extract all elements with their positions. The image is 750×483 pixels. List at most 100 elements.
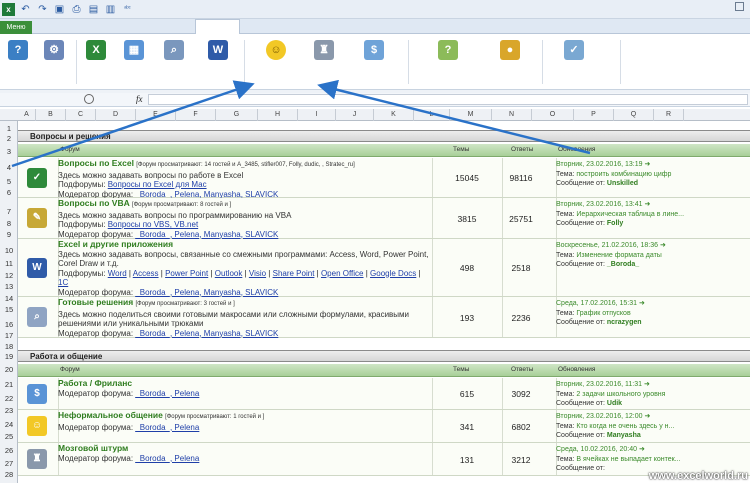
row-header[interactable]: 12 — [0, 271, 18, 280]
subforum-link[interactable]: Google Docs — [370, 269, 416, 278]
help-book-icon[interactable]: ? — [8, 40, 28, 60]
subforum-link[interactable]: 1C — [58, 278, 68, 287]
moderator-links[interactable]: _Boroda_, Pelena — [135, 389, 199, 398]
format-icon[interactable]: ▥ — [104, 3, 117, 16]
column-header[interactable]: D — [96, 109, 136, 121]
subforum-link[interactable]: Power Point — [165, 269, 208, 278]
magnifier-icon[interactable]: ⌕ — [27, 307, 47, 327]
print-icon[interactable]: ⎙ — [70, 3, 83, 16]
moderator-links[interactable]: _Boroda_, Pelena, Manyasha, SLAVICK — [135, 230, 278, 239]
update-date[interactable]: Вторник, 23.02.2016, 11:31 — [556, 381, 642, 388]
column-header[interactable]: Q — [614, 109, 654, 121]
subforum-link[interactable]: Вопросы по VBS, VB.net — [108, 220, 198, 229]
forum-title-link[interactable]: Готовые решения — [58, 297, 133, 307]
chess-icon[interactable]: ♜ — [27, 449, 47, 469]
row-header[interactable]: 24 — [0, 420, 18, 429]
coins-icon[interactable]: ● — [500, 40, 520, 60]
subforum-link[interactable]: Outlook — [215, 269, 243, 278]
theme-link[interactable]: В ячейках не выпадает контек... — [576, 456, 680, 463]
freelance-icon[interactable]: $ — [27, 383, 47, 404]
tab-active[interactable] — [195, 19, 240, 35]
update-date[interactable]: Вторник, 23.02.2016, 13:41 — [556, 201, 643, 208]
row-header[interactable]: 26 — [0, 446, 18, 455]
row-header[interactable]: 3 — [0, 147, 18, 156]
forum-title-link[interactable]: Вопросы по VBA — [58, 198, 130, 208]
row-header[interactable]: 6 — [0, 188, 18, 197]
row-header[interactable]: 21 — [0, 380, 18, 389]
word-icon[interactable]: W — [27, 257, 47, 278]
theme-link[interactable]: Изменение формата даты — [576, 252, 661, 259]
row-header[interactable]: 7 — [0, 207, 18, 216]
theme-link[interactable]: График отпусков — [576, 310, 630, 317]
row-header[interactable]: 18 — [0, 342, 18, 351]
row-header[interactable]: 11 — [0, 259, 18, 268]
dollar-icon[interactable]: $ — [364, 40, 384, 60]
row-header[interactable]: 22 — [0, 394, 18, 403]
update-date[interactable]: Среда, 10.02.2016, 20:40 — [556, 446, 637, 453]
column-header[interactable]: N — [492, 109, 532, 121]
theme-link[interactable]: построить комбинацию цифр — [576, 171, 671, 178]
redo-icon[interactable]: ↷ — [36, 3, 49, 16]
row-header[interactable]: 28 — [0, 470, 18, 479]
subforum-link[interactable]: Access — [133, 269, 159, 278]
word-icon[interactable]: W — [208, 40, 228, 60]
go-arrow-icon[interactable]: ➜ — [644, 413, 650, 420]
message-author[interactable]: Folly — [607, 220, 623, 227]
forum-title-link[interactable]: Работа / Фриланс — [58, 378, 132, 388]
preview-icon[interactable]: ▤ — [87, 3, 100, 16]
message-author[interactable]: Unskilled — [607, 180, 638, 187]
go-arrow-icon[interactable]: ➜ — [644, 381, 650, 388]
excel-check-icon[interactable]: ✓ — [27, 167, 47, 188]
subforum-link[interactable]: Share Point — [273, 269, 315, 278]
row-header[interactable]: 1 — [0, 124, 18, 133]
row-header[interactable]: 23 — [0, 406, 18, 415]
column-header[interactable]: L — [414, 109, 450, 121]
smiley-icon[interactable]: ☺ — [266, 40, 286, 60]
menu-tab[interactable]: Меню — [0, 21, 32, 34]
row-header[interactable]: 9 — [0, 230, 18, 239]
row-header[interactable]: 25 — [0, 432, 18, 441]
save-icon[interactable]: ▣ — [53, 3, 66, 16]
message-author[interactable]: ncrazygen — [607, 319, 642, 326]
undo-icon[interactable]: ↶ — [19, 3, 32, 16]
theme-link[interactable]: 2 задачи школьного уровня — [576, 391, 665, 398]
update-date[interactable]: Вторник, 23.02.2016, 13:19 — [556, 161, 643, 168]
table-icon[interactable]: ▦ — [124, 40, 144, 60]
column-header[interactable]: I — [298, 109, 336, 121]
column-header[interactable]: O — [532, 109, 574, 121]
column-header[interactable]: E — [136, 109, 176, 121]
row-header[interactable]: 19 — [0, 352, 18, 361]
subforum-link[interactable]: Вопросы по Excel для Мас — [108, 180, 207, 189]
window-control-icon[interactable] — [735, 2, 744, 11]
go-arrow-icon[interactable]: ➜ — [644, 161, 650, 168]
moderator-links[interactable]: _Boroda_, Pelena, Manyasha, SLAVICK — [135, 288, 278, 297]
row-header[interactable]: 14 — [0, 294, 18, 303]
theme-link[interactable]: Кто когда не очень здесь у н... — [576, 423, 674, 430]
smiley-icon[interactable]: ☺ — [27, 416, 47, 436]
moderator-links[interactable]: _Boroda_, Pelena, Manyasha, SLAVICK — [135, 329, 278, 338]
excel-logo-icon[interactable]: x — [2, 2, 15, 16]
go-arrow-icon[interactable]: ➜ — [660, 242, 666, 249]
forum-title-link[interactable]: Неформальное общение — [58, 410, 163, 420]
moderator-links[interactable]: _Boroda_, Pelena — [135, 454, 199, 463]
subforum-link[interactable]: Word — [108, 269, 127, 278]
subforum-link[interactable]: Visio — [249, 269, 266, 278]
row-header[interactable]: 27 — [0, 459, 18, 468]
search-icon[interactable]: ⌕ — [164, 40, 184, 60]
theme-link[interactable]: Иерархическая таблица в лине... — [576, 211, 684, 218]
row-header[interactable]: 5 — [0, 177, 18, 186]
row-header[interactable]: 4 — [0, 163, 18, 172]
subforum-link[interactable]: Open Office — [321, 269, 364, 278]
row-header[interactable]: 2 — [0, 134, 18, 143]
forum-title-link[interactable]: Мозговой штурм — [58, 443, 128, 453]
forum-title-link[interactable]: Excel и другие приложения — [58, 239, 173, 249]
zoom-icon[interactable] — [84, 94, 94, 104]
go-arrow-icon[interactable]: ➜ — [639, 300, 645, 307]
moderator-links[interactable]: _Boroda_, Pelena — [135, 423, 199, 432]
forum-title-link[interactable]: Вопросы по Excel — [58, 158, 134, 168]
column-header[interactable]: J — [336, 109, 374, 121]
column-header[interactable]: F — [176, 109, 216, 121]
table-check-icon[interactable]: ✓ — [564, 40, 584, 60]
column-header[interactable]: R — [654, 109, 684, 121]
formula-input[interactable] — [148, 94, 748, 105]
